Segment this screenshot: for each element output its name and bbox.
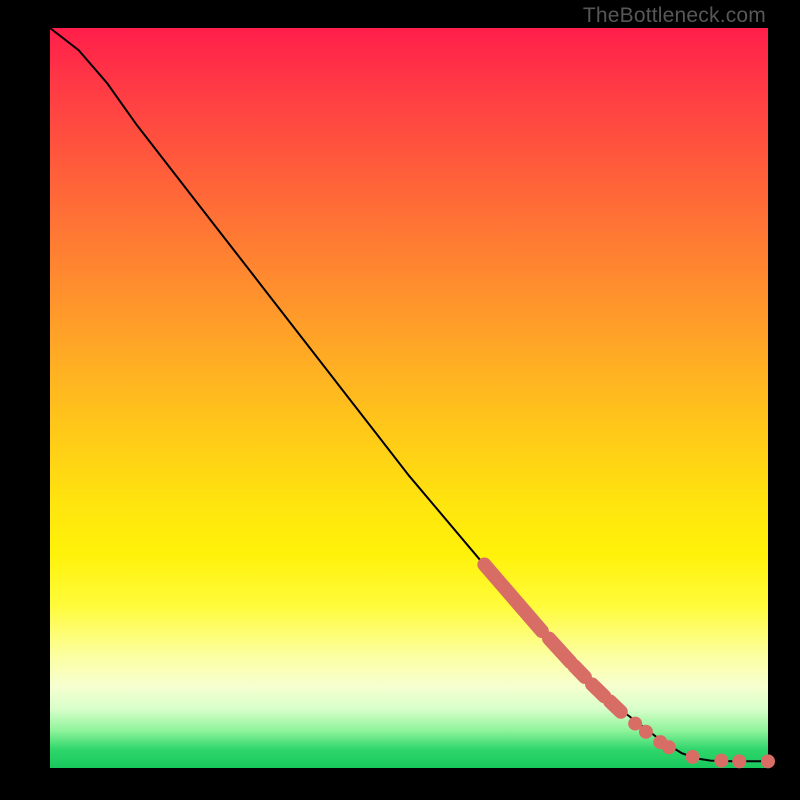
highlight-segment (592, 684, 604, 696)
data-point (714, 754, 728, 768)
data-point (639, 725, 653, 739)
data-point (686, 750, 700, 764)
plot-area (50, 28, 768, 768)
data-point (761, 754, 775, 768)
highlight-segment (610, 701, 621, 711)
chart-frame: TheBottleneck.com (0, 0, 800, 800)
bottleneck-curve (50, 28, 768, 761)
attribution-text: TheBottleneck.com (583, 4, 766, 28)
data-point (662, 740, 676, 754)
highlight-segments (484, 565, 620, 712)
data-point (732, 754, 746, 768)
highlight-segment (574, 666, 585, 677)
highlight-segment (484, 565, 541, 632)
plot-svg (50, 28, 768, 768)
highlight-segment (549, 639, 571, 663)
